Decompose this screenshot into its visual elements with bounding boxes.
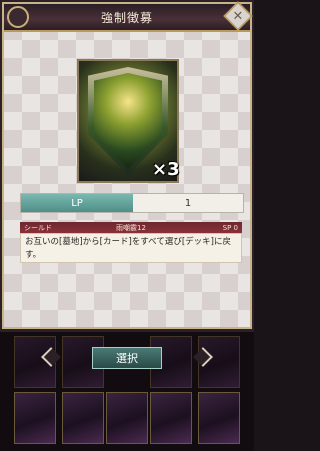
board-card[interactable] (150, 392, 192, 444)
dialog-title-bar: 強制徴募 (4, 4, 250, 32)
board-card[interactable] (106, 392, 148, 444)
board-card[interactable] (14, 392, 56, 444)
dialog-title: 強制徴募 (100, 10, 153, 25)
game-screen: 強制徴募 ✕ ×3 LP 1 シールド 雨嘲霰12 SP 0 お互いの[墓地]か… (0, 0, 254, 451)
card-detail-dialog: 強制徴募 ✕ ×3 LP 1 シールド 雨嘲霰12 SP 0 お互いの[墓地]か… (2, 1, 253, 329)
card-effect-text: お互いの[墓地]から[カード]をすべて選び[デッキ]に戻す。 (20, 233, 242, 263)
card-type: シールド (24, 223, 52, 232)
card-info-header: シールド 雨嘲霰12 SP 0 (20, 222, 242, 233)
ornament-icon (7, 6, 29, 28)
card-sp: SP 0 (222, 223, 238, 232)
card-count: ×3 (152, 159, 180, 180)
lp-bar: LP 1 (20, 193, 244, 213)
board-card[interactable] (198, 392, 240, 444)
card-code: 雨嘲霰12 (116, 223, 146, 232)
board-card[interactable] (62, 392, 104, 444)
lp-label: LP (21, 194, 133, 212)
close-icon: ✕ (232, 8, 244, 24)
card-illustration (94, 73, 162, 169)
lp-value: 1 (133, 194, 243, 212)
select-button[interactable]: 選択 (92, 347, 162, 369)
